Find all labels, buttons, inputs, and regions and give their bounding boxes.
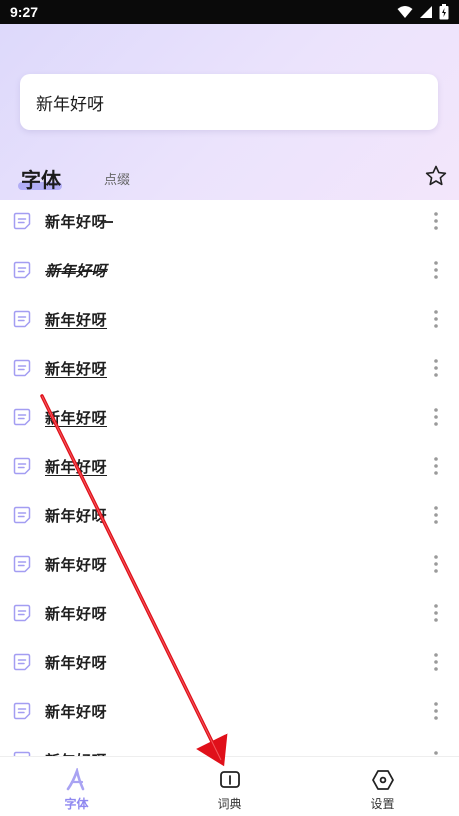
list-item-text: 新年好呀 <box>45 654 108 672</box>
book-icon <box>219 771 240 788</box>
more-vertical-icon[interactable] <box>432 554 440 574</box>
status-time: 9:27 <box>10 4 39 20</box>
text-note-icon <box>13 702 31 720</box>
more-vertical-icon[interactable] <box>432 652 440 672</box>
tab-decorations[interactable]: 点缀 <box>104 169 130 188</box>
list-item-text: 新年好呀 <box>45 409 108 427</box>
more-vertical-icon[interactable] <box>432 407 440 427</box>
more-vertical-icon[interactable] <box>432 456 440 476</box>
nav-item-fonts[interactable]: 字体 <box>0 757 153 816</box>
nav-label-settings: 设置 <box>370 797 395 811</box>
list-item-text: 新年好呀 <box>45 311 108 329</box>
list-item[interactable]: 新年好呀 <box>0 200 459 249</box>
list-item[interactable]: 新年好呀 <box>0 641 459 690</box>
status-icons <box>397 4 449 20</box>
more-vertical-icon[interactable] <box>432 701 440 721</box>
list-item[interactable]: 新年好呀 <box>0 592 459 641</box>
font-icon <box>66 768 84 791</box>
search-input-text: 新年好呀 <box>36 94 104 115</box>
search-input[interactable]: 新年好呀 <box>20 74 438 130</box>
list-item[interactable]: 新年好呀 <box>0 347 459 396</box>
signal-icon <box>420 6 432 18</box>
list-item-text: 新年好呀 <box>45 556 108 574</box>
list-item[interactable]: 新年好呀 <box>0 249 459 298</box>
list-item-text: 新年好呀 <box>45 213 114 231</box>
text-note-icon <box>13 604 31 622</box>
nav-item-dictionary[interactable]: 词典 <box>153 757 306 816</box>
list-item-text: 新年好呀 <box>45 605 108 623</box>
list-item-text: 新年好呀 <box>45 703 108 721</box>
text-note-icon <box>13 506 31 524</box>
nav-label-dictionary: 词典 <box>217 797 242 811</box>
list-item[interactable]: 新年好呀 <box>0 494 459 543</box>
more-vertical-icon[interactable] <box>432 358 440 378</box>
text-note-icon <box>13 555 31 573</box>
more-vertical-icon[interactable] <box>432 505 440 525</box>
list-item-text: 新年好呀 <box>45 360 108 378</box>
text-note-icon <box>13 310 31 328</box>
list-item-text: 新年好呀 <box>45 507 108 525</box>
list-item[interactable]: 新年好呀 <box>0 396 459 445</box>
bottom-navigation: 字体 词典 设置 <box>0 756 459 816</box>
nav-label-fonts: 字体 <box>64 797 89 811</box>
text-note-icon <box>13 359 31 377</box>
text-note-icon <box>13 653 31 671</box>
nav-item-settings[interactable]: 设置 <box>306 757 459 816</box>
list-item[interactable]: 新年好呀 <box>0 690 459 739</box>
star-icon[interactable] <box>424 164 448 188</box>
list-item[interactable]: 新年好呀 <box>0 543 459 592</box>
battery-icon <box>439 4 449 20</box>
wifi-icon <box>397 6 413 18</box>
text-note-icon <box>13 457 31 475</box>
font-list: 新年好呀 新年好呀 新年好呀 新年好呀 新年好呀 新年好呀 新年好呀 新年好呀 新年好呀 新年好呀… <box>0 200 459 756</box>
text-note-icon <box>13 408 31 426</box>
text-note-icon <box>13 212 31 230</box>
more-vertical-icon[interactable] <box>432 260 440 280</box>
list-item-text: 新年好呀 <box>45 262 108 280</box>
more-vertical-icon[interactable] <box>432 309 440 329</box>
settings-icon <box>371 770 394 790</box>
tab-fonts[interactable]: 字体 <box>21 164 61 193</box>
list-item[interactable]: 新年好呀 <box>0 739 459 756</box>
status-bar: 9:27 <box>0 0 459 24</box>
list-item-text: 新年好呀 <box>45 458 108 476</box>
tab-bar: 字体 点缀 <box>0 158 459 198</box>
more-vertical-icon[interactable] <box>432 211 440 231</box>
text-note-icon <box>13 261 31 279</box>
list-item[interactable]: 新年好呀 <box>0 298 459 347</box>
list-item[interactable]: 新年好呀 <box>0 445 459 494</box>
more-vertical-icon[interactable] <box>432 603 440 623</box>
